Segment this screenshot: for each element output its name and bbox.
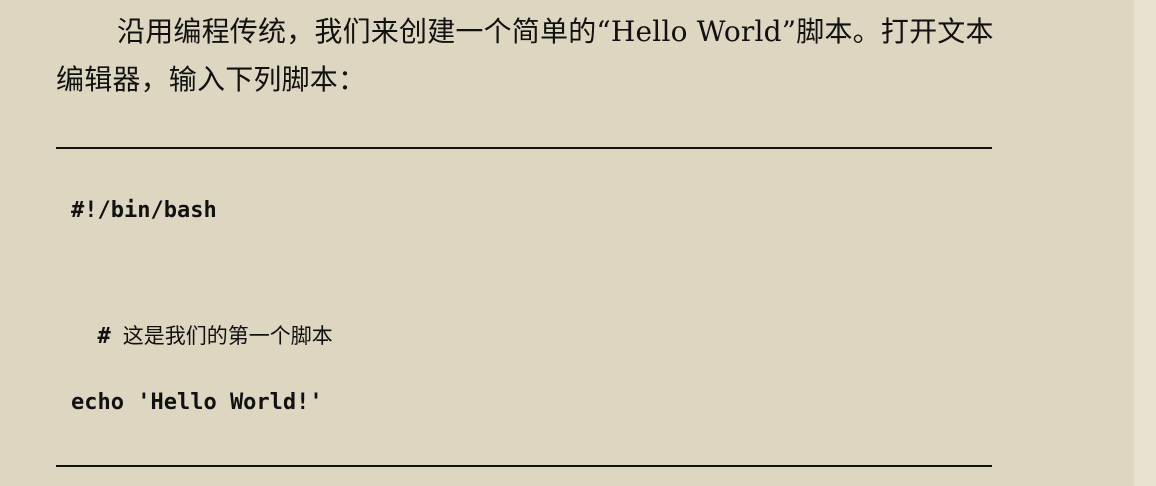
- intro-paragraph: 沿用编程传统，我们来创建一个简单的“Hello World”脚本。打开文本编辑器…: [56, 15, 994, 96]
- page-edge-strip: [1134, 0, 1156, 486]
- comment-hash: #: [97, 324, 111, 349]
- code-line-comment: # 这是我们的第一个脚本: [71, 291, 333, 352]
- code-block-top-rule: [56, 147, 992, 149]
- code-line-shebang: #!/bin/bash: [71, 198, 217, 223]
- code-block-bottom-rule: [56, 465, 992, 467]
- code-line-echo: echo 'Hello World!': [71, 390, 323, 415]
- comment-text: 这是我们的第一个脚本: [122, 324, 333, 348]
